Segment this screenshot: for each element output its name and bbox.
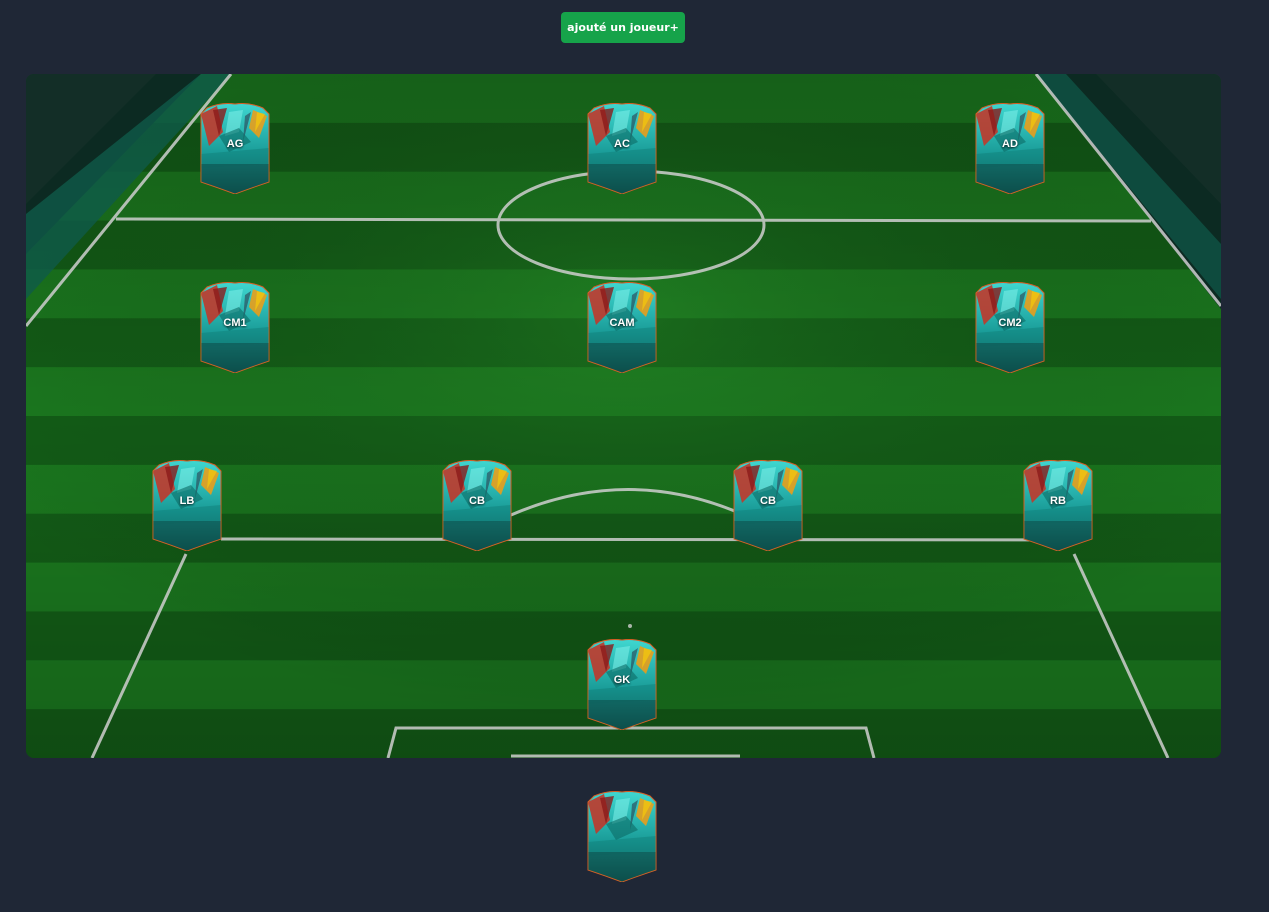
player-position-label: LB (179, 495, 195, 507)
player-card-lb[interactable]: LB (151, 459, 223, 551)
player-card-gk[interactable]: GK (586, 638, 658, 730)
bench-player-card[interactable] (586, 790, 658, 882)
player-position-label: CB (760, 495, 776, 507)
player-position-label: CM1 (223, 317, 247, 329)
player-position-label: AG (226, 138, 244, 150)
player-position-label: CB (469, 495, 485, 507)
player-position-label: CM2 (998, 317, 1022, 329)
player-position-label: AD (1002, 138, 1018, 150)
player-card-ag[interactable]: AG (199, 102, 271, 194)
player-card-cm2[interactable]: CM2 (974, 281, 1046, 373)
football-pitch: AG AC AD CM1 CAM CM2 LB CB CB RB GK (26, 74, 1221, 758)
player-card-cam[interactable]: CAM (586, 281, 658, 373)
player-position-label: CAM (609, 317, 635, 329)
player-card-cb-left[interactable]: CB (441, 459, 513, 551)
player-card-cb-right[interactable]: CB (732, 459, 804, 551)
player-card-icon (586, 790, 658, 882)
player-card-ad[interactable]: AD (974, 102, 1046, 194)
player-position-label: RB (1050, 495, 1066, 507)
player-card-ac[interactable]: AC (586, 102, 658, 194)
add-player-button[interactable]: ajouté un joueur+ (561, 12, 685, 43)
player-position-label: AC (614, 138, 630, 150)
player-card-cm1[interactable]: CM1 (199, 281, 271, 373)
player-position-label: GK (613, 674, 631, 686)
player-card-rb[interactable]: RB (1022, 459, 1094, 551)
